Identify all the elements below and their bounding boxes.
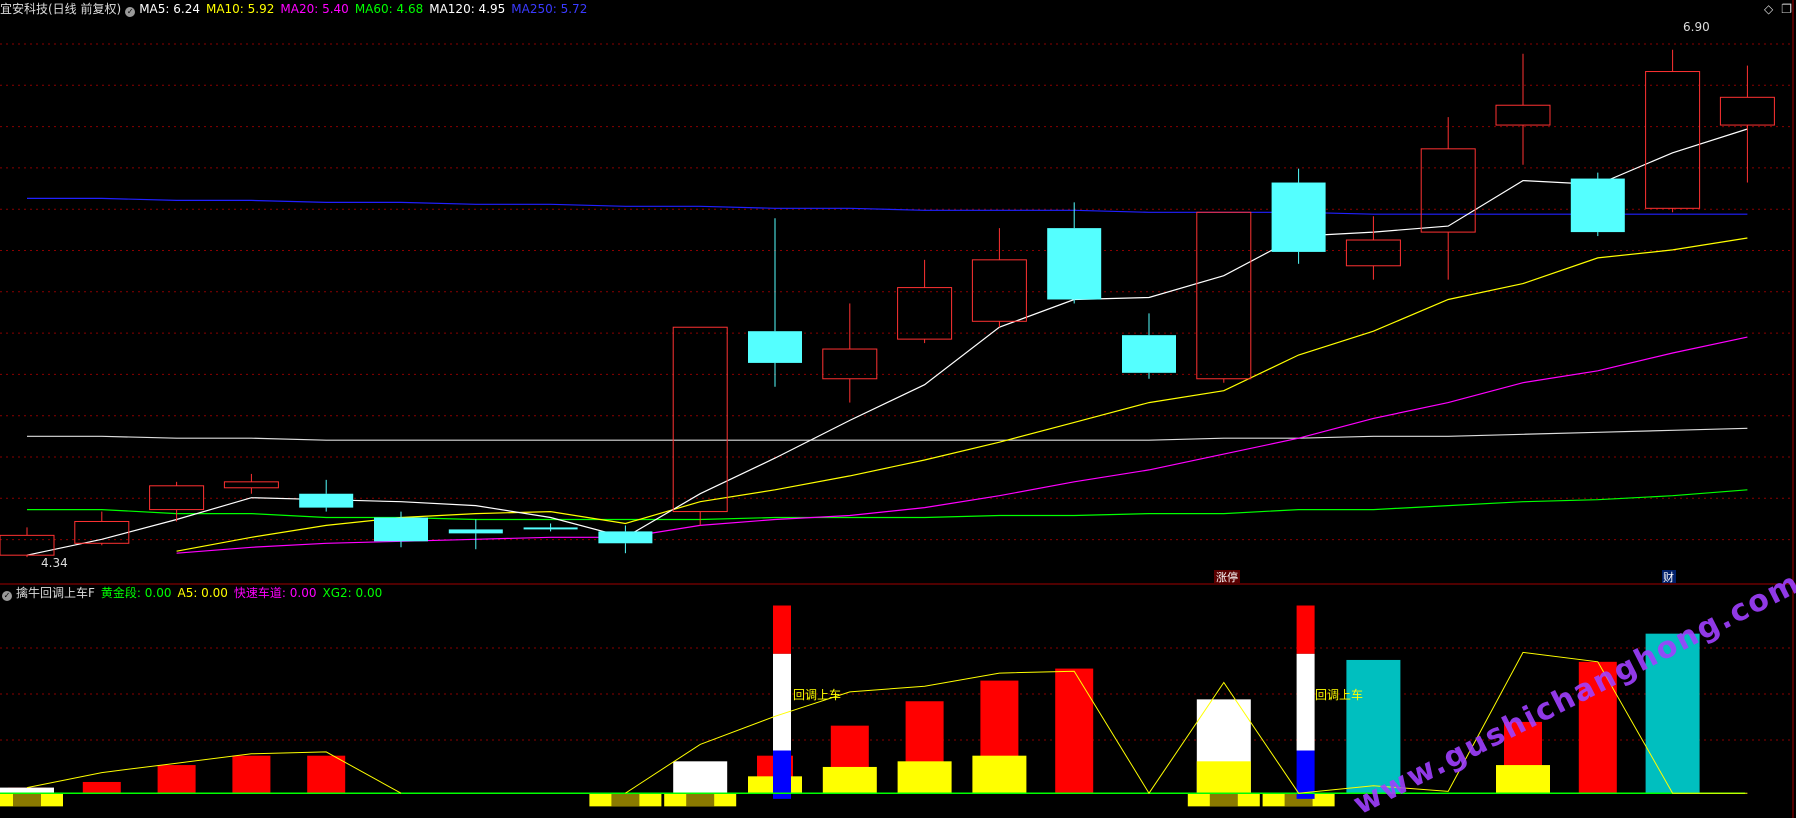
candle-body — [299, 493, 354, 508]
ma5-line — [26, 128, 1748, 556]
ma10-value: MA10: 5.92 — [205, 2, 275, 16]
stock-chart: 6.90 4.34 涨停 财 回调上车 回调上车 www.gushichangh… — [0, 0, 1796, 818]
top-right-icons: ◇ ❐ — [1756, 2, 1792, 16]
annotations: 6.90 4.34 涨停 财 回调上车 回调上车 www.gushichangh… — [41, 20, 1796, 818]
candle-body — [1196, 211, 1252, 380]
candle-body — [0, 534, 55, 556]
candle-body — [1495, 104, 1551, 126]
bottom-bar-shade — [611, 793, 640, 807]
settings-circle-icon[interactable]: ✓ — [2, 591, 12, 601]
limit-up-badge: 涨停 — [1216, 570, 1238, 584]
a5-value: A5: 0.00 — [177, 586, 228, 600]
red-bar — [307, 755, 346, 794]
ma-lines — [26, 128, 1748, 556]
signal-white-segment — [773, 653, 791, 751]
main-grid — [0, 43, 1793, 541]
yellow-bar — [822, 766, 877, 794]
pullback-label-2: 回调上车 — [1315, 687, 1363, 702]
candle-body — [1122, 335, 1176, 373]
candle-body — [1271, 182, 1326, 252]
ma10-line — [176, 237, 1748, 552]
red-bar — [1055, 668, 1094, 794]
signal-white-segment — [1296, 653, 1315, 751]
candle-body — [223, 481, 279, 489]
high-price-label: 6.90 — [1683, 20, 1710, 34]
candle-body — [598, 531, 653, 544]
ma20-value: MA20: 5.40 — [280, 2, 349, 16]
watermark: www.gushichanghong.com — [1348, 565, 1796, 818]
yellow-bar — [1196, 761, 1251, 794]
ma60-value: MA60: 4.68 — [354, 2, 424, 16]
candle-body — [1420, 148, 1476, 233]
candle-body — [1570, 178, 1625, 233]
signal-red-segment — [1296, 605, 1315, 654]
white-bar — [0, 787, 54, 794]
stock-title: 宜安科技(日线 前复权) — [0, 2, 122, 16]
ma120-value: MA120: 4.95 — [429, 2, 506, 16]
candle-body — [374, 517, 428, 542]
candle-body — [149, 485, 205, 511]
candle-body — [523, 527, 578, 530]
main-header: 宜安科技(日线 前复权) ✓ MA5: 6.24 MA10: 5.92 MA20: 5.… — [0, 1, 593, 17]
yellow-bar — [972, 755, 1027, 794]
red-bar — [82, 781, 121, 794]
ma5-value: MA5: 6.24 — [139, 2, 200, 16]
signal-red-segment — [773, 605, 791, 654]
candle-body — [748, 331, 802, 363]
fin-badge: 财 — [1663, 570, 1674, 584]
candle-body — [971, 259, 1027, 322]
fast-lane-value: 快速车道: 0.00 — [233, 586, 317, 600]
candles — [0, 49, 1775, 558]
white-bar — [673, 761, 728, 794]
yellow-bar — [897, 761, 952, 794]
pullback-label-1: 回调上车 — [793, 687, 841, 702]
sub-bars — [0, 605, 1745, 807]
candle-body — [822, 348, 878, 380]
xg2-value: XG2: 0.00 — [322, 586, 383, 600]
low-price-label: 4.34 — [41, 556, 68, 570]
candle-body — [1345, 239, 1401, 267]
bottom-bar-shade — [686, 793, 715, 807]
ma120-line — [27, 427, 1748, 441]
signal-blue-segment — [773, 750, 791, 799]
diamond-icon[interactable]: ◇ — [1764, 2, 1773, 16]
indicator-title: 擒牛回调上车F — [16, 586, 95, 600]
settings-circle-icon[interactable]: ✓ — [125, 7, 136, 17]
candle-body — [897, 287, 953, 340]
bottom-bar-shade — [1209, 793, 1238, 807]
red-bar — [157, 765, 196, 794]
bottom-bar-shade — [13, 793, 41, 807]
sub-header: ✓ 擒牛回调上车F 黄金段: 0.00 A5: 0.00 快速车道: 0.00 XG2: … — [0, 585, 388, 601]
candle-body — [672, 326, 728, 513]
ma250-value: MA250: 5.72 — [511, 2, 588, 16]
candle-body — [1645, 71, 1701, 209]
yellow-bar — [1496, 765, 1550, 794]
candle-body — [1047, 228, 1102, 300]
candle-body — [1719, 96, 1775, 126]
candle-body — [448, 529, 503, 534]
golden-segment-value: 黄金段: 0.00 — [100, 586, 172, 600]
restore-window-icon[interactable]: ❐ — [1781, 2, 1792, 16]
red-bar — [232, 755, 271, 794]
ma60-line — [27, 489, 1748, 521]
